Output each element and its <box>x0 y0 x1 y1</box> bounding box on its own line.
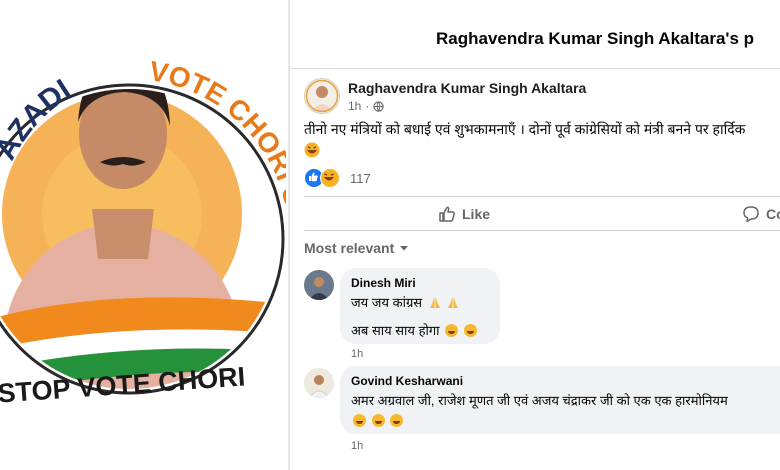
post-text: तीनो नए मंत्रियों को बधाई एवं शुभकामनाएँ… <box>304 121 746 137</box>
comment-time[interactable]: 1h <box>351 348 363 360</box>
comment-text-line2: अब साय साय होगा <box>351 321 477 339</box>
commenter-name[interactable]: Govind Kesharwani <box>351 374 463 388</box>
comment-sort-dropdown[interactable]: Most relevant <box>304 240 410 256</box>
facebook-post-panel: Raghavendra Kumar Singh Akaltara's p Rag… <box>290 0 780 470</box>
campaign-badge: AZADI VOTE CHORI SE AZADI STOP VOTE CHOR… <box>0 34 286 409</box>
avatar-image <box>305 79 339 113</box>
comment-text: अमर अग्रवाल जी, राजेश मूणत जी एवं अजय चं… <box>351 393 728 408</box>
comment-text: अब साय साय होगा <box>351 323 440 338</box>
comment-time[interactable]: 1h <box>351 440 363 452</box>
like-label: Like <box>462 206 491 222</box>
caret-down-icon <box>400 246 409 251</box>
like-button[interactable]: Like <box>438 205 490 223</box>
rolling-laughing-icon <box>445 324 459 337</box>
avatar-image <box>304 368 334 398</box>
haha-icon <box>320 168 340 188</box>
comment-text-line1: जय जय कांग्रस <box>351 293 459 311</box>
commenter-avatar[interactable] <box>304 368 334 398</box>
post-meta: 1h · <box>348 99 385 113</box>
comment-button[interactable]: Co <box>742 205 780 223</box>
folded-hands-icon <box>448 297 459 308</box>
comment-label: Co <box>766 206 780 222</box>
post-time[interactable]: 1h <box>348 99 361 113</box>
rolling-laughing-icon <box>371 414 385 427</box>
laughing-emoji-icon <box>304 142 320 158</box>
folded-hands-icon <box>429 297 440 308</box>
thumbs-up-icon <box>439 206 455 222</box>
rolling-laughing-icon <box>390 414 404 427</box>
campaign-badge-panel: AZADI VOTE CHORI SE AZADI STOP VOTE CHOR… <box>0 0 288 470</box>
commenter-name[interactable]: Dinesh Miri <box>351 276 416 290</box>
page-header: Raghavendra Kumar Singh Akaltara's p <box>290 0 780 69</box>
comment-emojis <box>351 413 404 428</box>
rolling-laughing-icon <box>463 324 477 337</box>
globe-icon <box>373 100 385 112</box>
sort-label: Most relevant <box>304 240 395 256</box>
comment-text: जय जय कांग्रस <box>351 295 423 310</box>
commenter-avatar[interactable] <box>304 270 334 300</box>
post-emoji <box>304 142 320 163</box>
reaction-summary[interactable]: 117 <box>304 168 371 188</box>
avatar-image <box>304 270 334 300</box>
comment-icon <box>743 206 759 223</box>
dot-separator: · <box>365 99 370 113</box>
divider <box>304 230 780 231</box>
page-title[interactable]: Raghavendra Kumar Singh Akaltara's p <box>436 29 754 49</box>
rolling-laughing-icon <box>353 414 366 427</box>
post-author[interactable]: Raghavendra Kumar Singh Akaltara <box>348 80 586 96</box>
author-avatar[interactable] <box>304 78 340 114</box>
reaction-count: 117 <box>350 170 371 186</box>
divider <box>304 196 780 197</box>
